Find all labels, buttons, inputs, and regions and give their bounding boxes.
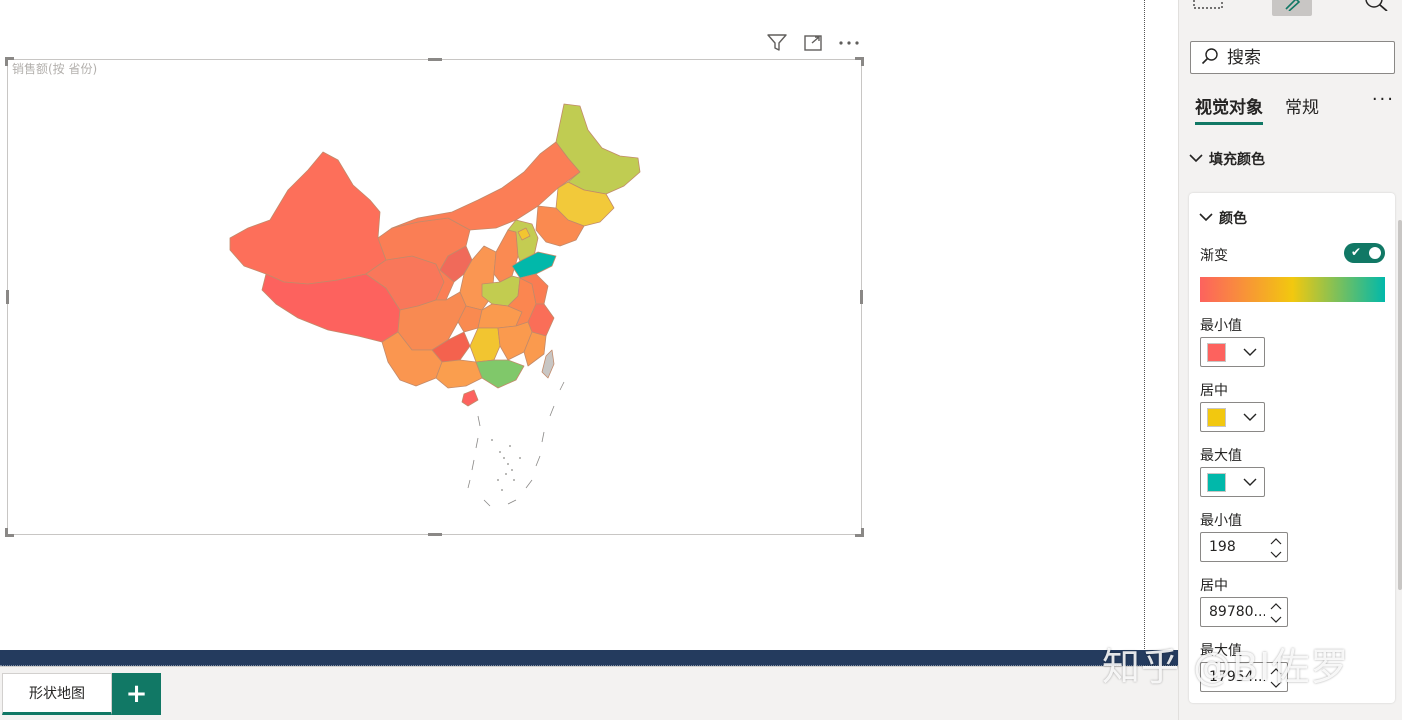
mid-value-input[interactable]	[1207, 603, 1267, 621]
min-color-swatch	[1207, 343, 1226, 362]
pane-top-icons	[1179, 0, 1402, 22]
report-canvas[interactable]: 销售额(按 省份)	[0, 0, 1145, 650]
min-color-picker[interactable]	[1200, 337, 1265, 367]
resize-handle-bottom-left[interactable]	[5, 528, 14, 537]
search-input[interactable]	[1225, 46, 1385, 69]
province-hunan[interactable]	[469, 327, 501, 363]
gradient-label: 渐变	[1200, 248, 1228, 264]
province-guangxi[interactable]	[435, 359, 483, 389]
chevron-up-icon[interactable]	[1268, 599, 1284, 612]
min-value-label: 最小值	[1200, 513, 1242, 529]
min-color-label: 最小值	[1200, 318, 1242, 334]
south-china-sea-dashes	[467, 381, 565, 507]
chevron-down-icon	[1242, 344, 1258, 364]
page-tabs-bar: 形状地图 +	[0, 666, 1178, 720]
build-visual-icon[interactable]	[1191, 0, 1225, 16]
province-xinjiang[interactable]	[229, 151, 387, 285]
section-fill-colors[interactable]: 填充颜色	[1189, 147, 1265, 171]
resize-handle-bottom-right[interactable]	[855, 528, 864, 537]
visual-header-toolbar	[764, 30, 862, 56]
resize-handle-bottom[interactable]	[428, 533, 442, 536]
page-tab-shape-map[interactable]: 形状地图	[2, 673, 112, 715]
min-value-stepper	[1200, 532, 1288, 562]
chevron-down-icon[interactable]	[1268, 548, 1284, 561]
colors-card-header[interactable]: 颜色	[1199, 208, 1247, 228]
min-value-input[interactable]	[1207, 538, 1267, 556]
colors-card-title: 颜色	[1219, 211, 1247, 227]
china-shape-map[interactable]	[8, 60, 863, 536]
colors-card: 颜色 渐变 ✔ 最小值 居中 最大值 最小值 198 居中 89780... 最…	[1189, 193, 1395, 703]
pane-search-box[interactable]	[1190, 41, 1395, 74]
more-options-icon[interactable]	[836, 30, 862, 56]
section-fill-label: 填充颜色	[1209, 152, 1265, 168]
south-china-sea-islands	[491, 439, 521, 491]
filter-icon[interactable]	[764, 30, 790, 56]
pane-scrollbar[interactable]	[1398, 220, 1402, 590]
shape-map-visual[interactable]: 销售额(按 省份)	[5, 57, 864, 537]
mid-color-label: 居中	[1200, 383, 1228, 399]
gradient-preview-bar	[1200, 277, 1385, 302]
chevron-down-icon	[1189, 151, 1203, 167]
focus-mode-icon[interactable]	[800, 30, 826, 56]
chevron-down-icon	[1242, 409, 1258, 429]
province-tibet[interactable]	[261, 273, 401, 343]
resize-handle-left[interactable]	[6, 290, 9, 304]
mid-value-label: 居中	[1200, 578, 1228, 594]
check-icon: ✔	[1351, 245, 1362, 259]
analytics-icon[interactable]	[1359, 0, 1393, 16]
resize-handle-top-left[interactable]	[5, 57, 14, 66]
chevron-down-icon[interactable]	[1268, 613, 1284, 626]
canvas-edge	[1144, 0, 1145, 665]
resize-handle-top[interactable]	[428, 58, 442, 61]
chevron-down-icon	[1242, 474, 1258, 494]
tab-visual[interactable]: 视觉对象	[1195, 93, 1263, 125]
resize-handle-top-right[interactable]	[855, 57, 864, 66]
max-color-swatch	[1207, 473, 1226, 492]
resize-handle-right[interactable]	[860, 290, 863, 304]
mid-color-swatch	[1207, 408, 1226, 427]
gradient-toggle[interactable]: ✔	[1344, 243, 1385, 263]
chevron-down-icon	[1199, 210, 1213, 226]
province-guangdong[interactable]	[475, 359, 525, 389]
chevron-up-icon[interactable]	[1268, 534, 1284, 547]
max-color-label: 最大值	[1200, 448, 1242, 464]
search-icon	[1201, 47, 1219, 69]
toggle-knob	[1369, 247, 1381, 259]
canvas-bottom-bar	[0, 650, 1178, 666]
province-hainan[interactable]	[461, 389, 479, 407]
mid-value-stepper	[1200, 597, 1288, 627]
format-visual-icon[interactable]	[1272, 0, 1312, 16]
province-shanxi[interactable]	[493, 229, 519, 283]
tab-general[interactable]: 常规	[1285, 93, 1319, 122]
watermark: 知乎 @BI佐罗	[1102, 645, 1350, 689]
mid-color-picker[interactable]	[1200, 402, 1265, 432]
format-pane: 视觉对象 常规 ··· 填充颜色 颜色 渐变 ✔ 最小值 居中	[1178, 0, 1402, 720]
pane-tabs: 视觉对象 常规 ···	[1195, 89, 1395, 125]
add-page-button[interactable]: +	[112, 673, 161, 715]
max-color-picker[interactable]	[1200, 467, 1265, 497]
pane-more-options[interactable]: ···	[1372, 89, 1395, 110]
